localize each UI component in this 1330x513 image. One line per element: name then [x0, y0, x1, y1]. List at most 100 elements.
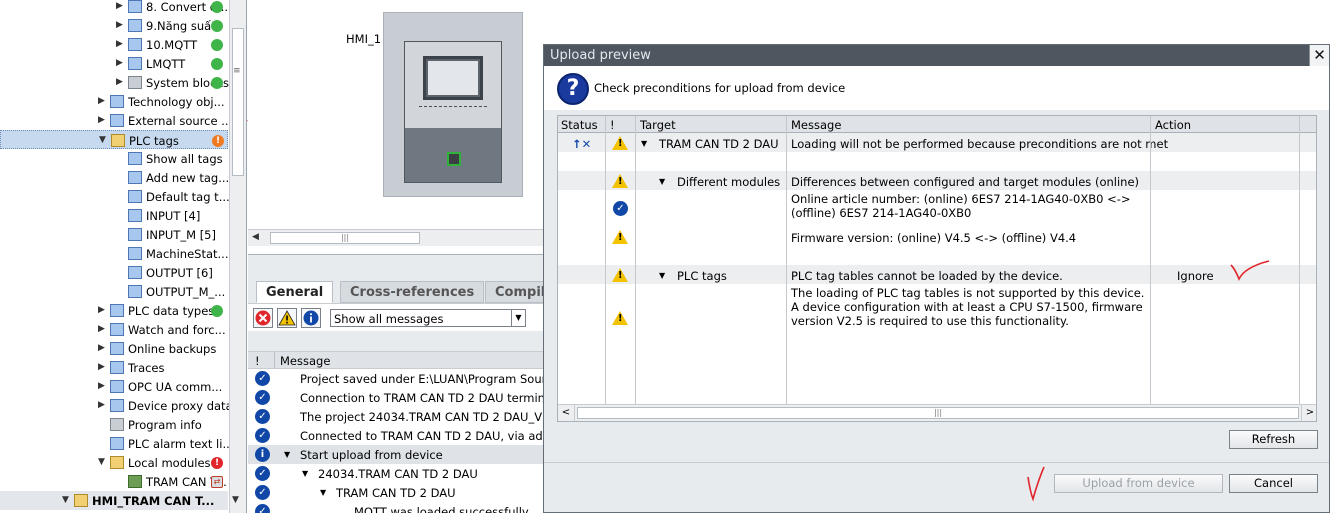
tree-item[interactable]: INPUT [4] [0, 206, 228, 225]
message-row[interactable]: ✓ ▼ TRAM CAN TD 2 DAU [248, 483, 544, 502]
hmi-device-frame[interactable] [383, 12, 523, 197]
scroll-down-icon[interactable]: ▼ [232, 495, 239, 505]
tree-item[interactable]: OUTPUT [6] [0, 263, 228, 282]
upload-from-device-button[interactable]: Upload from device [1054, 474, 1223, 493]
precondition-row[interactable]: ▼ Different modules Differences between co… [558, 171, 1316, 190]
expand-arrow-icon[interactable]: ▶ [116, 39, 123, 49]
warning-filter-button[interactable] [277, 308, 297, 328]
collapse-arrow-icon[interactable]: ▼ [659, 271, 665, 280]
tree-item[interactable]: ▶ OPC UA comm... [0, 377, 228, 396]
tree-item[interactable]: ▶ Online backups [0, 339, 228, 358]
status-ok-icon [211, 58, 223, 70]
expand-arrow-icon[interactable]: ▶ [98, 381, 105, 391]
collapse-arrow-icon[interactable]: ▼ [98, 457, 105, 467]
tree-item[interactable]: ▶ 9.Năng suất [0, 16, 228, 35]
tree-scroll-thumb[interactable] [232, 28, 244, 176]
tree-item[interactable]: MachineStat... [0, 244, 228, 263]
tree-item[interactable]: ▶ Technology obj... [0, 92, 228, 111]
precondition-row[interactable]: Firmware version: (online) V4.5 <-> (off… [558, 227, 1316, 246]
expand-arrow-icon[interactable]: ▶ [98, 362, 105, 372]
tree-item[interactable]: Add new tag... [0, 168, 229, 187]
tree-item[interactable]: ▶ PLC data types [0, 301, 228, 320]
info-filter-button[interactable] [301, 308, 321, 328]
device-view-scroll-thumb[interactable]: ||| [270, 232, 420, 244]
tree-item[interactable]: ▶ External source ... [0, 111, 232, 130]
collapse-arrow-icon[interactable]: ▼ [62, 495, 69, 505]
message-filter-select[interactable]: Show all messages ▼ [330, 309, 526, 327]
cancel-button[interactable]: Cancel [1229, 474, 1318, 493]
expand-arrow-icon[interactable]: ▶ [98, 343, 105, 353]
expand-arrow-icon[interactable]: ▶ [98, 324, 105, 334]
message-row[interactable]: ✓ Connected to TRAM CAN TD 2 DAU, via add… [248, 426, 544, 445]
collapse-arrow-icon[interactable]: ▼ [284, 450, 290, 459]
precondition-row[interactable]: ↑✕ ▼ TRAM CAN TD 2 DAU Loading will not be … [558, 133, 1316, 152]
profinet-port-icon[interactable] [447, 152, 461, 166]
tree-item[interactable]: ▶ System blocks [0, 73, 229, 92]
status-column-header[interactable]: Status [561, 118, 598, 132]
tree-item-label: LMQTT [146, 57, 186, 71]
message-row[interactable]: ✓ MQTT was loaded successfully [248, 502, 544, 513]
collapse-arrow-icon[interactable]: ▼ [302, 469, 308, 478]
tree-item[interactable]: ▶ Watch and forc... [0, 320, 228, 339]
scroll-left-icon[interactable]: ◀ [252, 232, 259, 242]
expand-arrow-icon[interactable]: ▶ [98, 96, 105, 106]
tree-item[interactable]: Default tag t... [0, 187, 230, 206]
tree-item[interactable]: ▶ Device proxy data [0, 396, 233, 415]
refresh-button[interactable]: Refresh [1229, 430, 1318, 449]
flag-column-header[interactable]: ! [255, 354, 260, 368]
expand-arrow-icon[interactable]: ▶ [98, 400, 105, 410]
table-scroll-thumb[interactable]: ||| [577, 407, 1299, 419]
tree-item[interactable]: PLC alarm text li... [0, 434, 233, 453]
table-hscrollbar[interactable]: < ||| > [558, 404, 1316, 421]
tab-general[interactable]: General [256, 281, 334, 303]
expand-arrow-icon[interactable]: ▶ [116, 77, 123, 87]
target-column-header[interactable]: Target [640, 118, 676, 132]
tab-cross-references[interactable]: Cross-references [340, 281, 485, 303]
collapse-arrow-icon[interactable]: ▼ [99, 135, 106, 145]
message-row[interactable]: ✓ Connection to TRAM CAN TD 2 DAU termina… [248, 388, 544, 407]
error-filter-button[interactable] [253, 308, 273, 328]
close-button[interactable]: ✕ [1309, 45, 1329, 66]
tree-item[interactable]: ▼ PLC tags! [0, 130, 228, 149]
tree-item[interactable]: Show all tags [0, 149, 228, 168]
tree-item[interactable]: ▶ Traces [0, 358, 228, 377]
message-row[interactable]: ✓ The project 24034.TRAM CAN TD 2 DAU_V10… [248, 407, 544, 426]
message-row[interactable]: ✓ Project saved under E:\LUAN\Program Sou… [248, 369, 544, 388]
tree-item[interactable]: INPUT_M [5] [0, 225, 228, 244]
collapse-arrow-icon[interactable]: ▼ [659, 177, 665, 186]
message-row[interactable]: i ▼ Start upload from device [248, 445, 544, 464]
tree-item[interactable]: ▶ 10.MQTT [0, 35, 228, 54]
chevron-down-icon[interactable]: ▼ [511, 310, 525, 326]
tree-item[interactable]: OUTPUT_M_... [0, 282, 228, 301]
message-row[interactable]: ✓ ▼ 24034.TRAM CAN TD 2 DAU [248, 464, 544, 483]
message-column-header[interactable]: Message [791, 118, 841, 132]
action-select[interactable]: Ignore [1177, 269, 1214, 283]
precondition-row[interactable]: ▼ PLC tags PLC tag tables cannot be loaded… [558, 265, 1316, 284]
precondition-row[interactable]: ✓ Online article number: (online) 6ES7 21… [558, 190, 1316, 227]
expand-arrow-icon[interactable]: ▶ [116, 1, 123, 11]
tree-item[interactable]: Program info [0, 415, 228, 434]
collapse-arrow-icon[interactable]: ▼ [320, 488, 326, 497]
expand-arrow-icon[interactable]: ▶ [116, 20, 123, 30]
tree-item[interactable]: ▶ 8. Convert d... [0, 0, 228, 16]
collapse-arrow-icon[interactable]: ▼ [641, 139, 647, 148]
scroll-right-icon[interactable]: > [1301, 405, 1316, 421]
tree-scrollbar[interactable]: ≡ ▼ [229, 0, 246, 513]
tree-item[interactable]: TRAM CAN T... ⇄ [0, 472, 228, 491]
scroll-left-icon[interactable]: < [558, 405, 575, 421]
dialog-title-bar[interactable]: Upload preview [544, 45, 1329, 66]
message-filter-value: Show all messages [334, 312, 444, 326]
expand-arrow-icon[interactable]: ▶ [116, 58, 123, 68]
tree-item[interactable]: ▼ HMI_TRAM CAN T... [0, 491, 228, 510]
tree-item[interactable]: ▶ LMQTT [0, 54, 228, 73]
expand-arrow-icon[interactable]: ▶ [98, 305, 105, 315]
flag-column-header[interactable]: ! [610, 118, 615, 132]
message-column-header[interactable]: Message [280, 354, 330, 368]
action-column-header[interactable]: Action [1155, 118, 1191, 132]
precondition-row[interactable]: The loading of PLC tag tables is not sup… [558, 284, 1316, 329]
message-text: Start upload from device [300, 448, 443, 462]
tree-item[interactable]: ▼ Local modules! [0, 453, 228, 472]
device-view-hscrollbar[interactable]: ◀ ||| [248, 229, 544, 246]
local-modules-icon [110, 456, 124, 469]
expand-arrow-icon[interactable]: ▶ [98, 115, 105, 125]
